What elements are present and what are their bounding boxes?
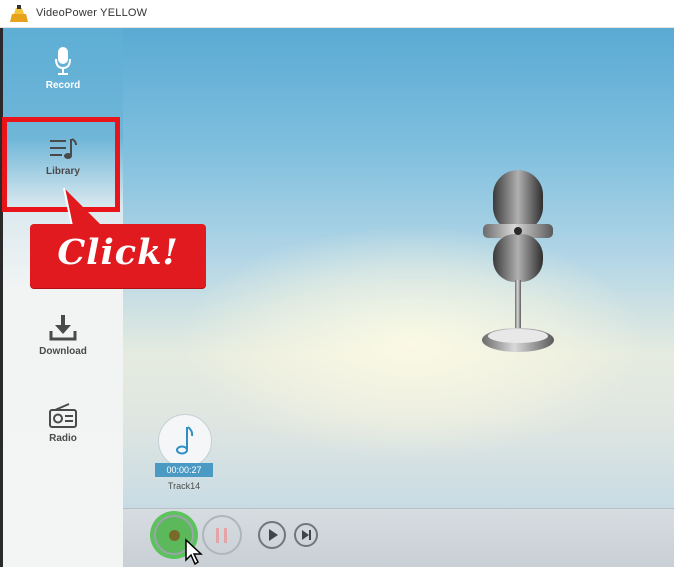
mouse-cursor-icon [185, 538, 203, 566]
click-callout: Click! [30, 224, 206, 288]
download-icon [49, 315, 77, 341]
sidebar-item-download[interactable]: Download [3, 314, 123, 394]
pause-button[interactable] [202, 515, 242, 555]
play-button[interactable] [258, 521, 286, 549]
title-bar: VideoPower YELLOW [0, 0, 674, 28]
track-thumbnail[interactable] [158, 414, 212, 468]
sidebar-item-label: Record [45, 80, 81, 91]
track-duration: 00:00:27 [155, 463, 213, 477]
sidebar-item-label: Download [39, 346, 87, 357]
pause-icon [216, 528, 228, 543]
next-button[interactable] [294, 523, 318, 547]
record-icon [169, 530, 180, 541]
app-logo-icon [10, 5, 28, 22]
play-icon [269, 529, 278, 541]
background-glow [183, 228, 643, 458]
callout-text: Click! [57, 232, 179, 273]
music-note-icon [176, 426, 194, 455]
window-title: VideoPower YELLOW [36, 7, 148, 19]
sidebar: Record Library Download Radio [0, 28, 123, 567]
radio-icon [49, 403, 77, 428]
sidebar-item-radio[interactable]: Radio [3, 403, 123, 483]
next-icon [302, 530, 311, 540]
microphone-icon [55, 47, 71, 75]
sidebar-item-label: Radio [49, 433, 77, 444]
sidebar-item-record[interactable]: Record [3, 46, 123, 126]
track-name[interactable]: Track14 [150, 481, 218, 491]
studio-microphone-illustration [482, 170, 554, 352]
